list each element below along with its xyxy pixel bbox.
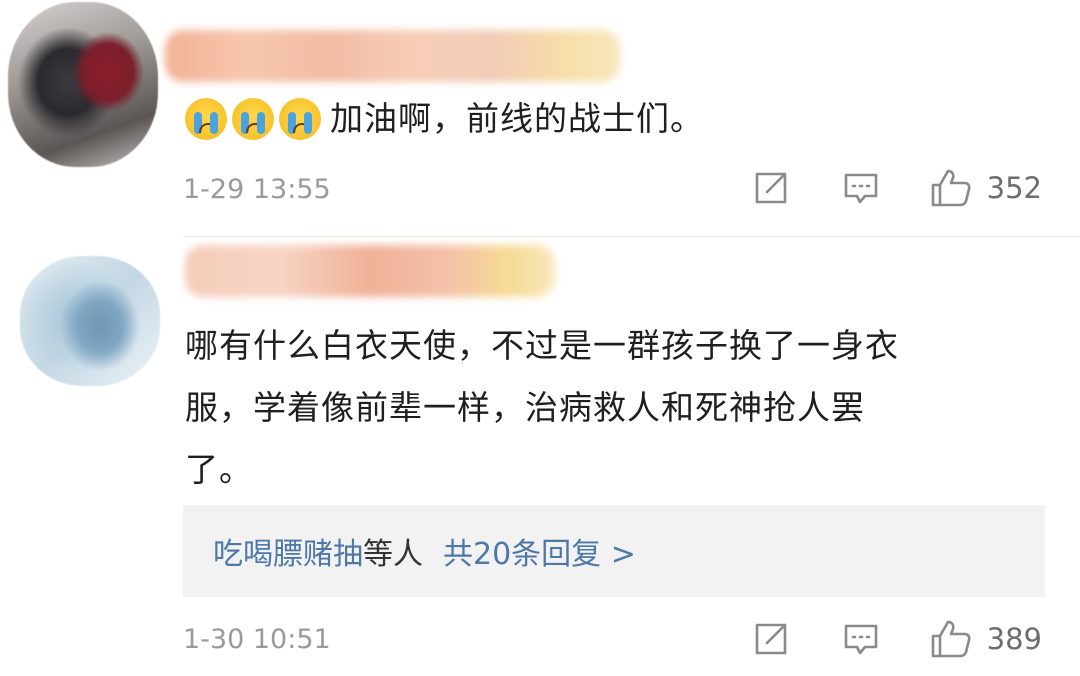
comment-timestamp: 1-29 13:55: [183, 174, 331, 205]
comment-text-body: 加油啊，前线的战士们。: [330, 99, 704, 138]
reply-button[interactable]: [841, 168, 881, 208]
like-count: 352: [986, 171, 1042, 205]
comment-text-line: 了。: [185, 450, 253, 489]
like-count: 389: [986, 622, 1042, 656]
share-button[interactable]: [751, 619, 791, 659]
view-replies-link[interactable]: 共20条回复 >: [443, 529, 636, 573]
crying-face-icon: [279, 98, 321, 140]
thumbs-up-icon: [931, 169, 971, 207]
username-blurred[interactable]: [185, 245, 555, 297]
comment-actions: 389: [751, 617, 1042, 661]
comment-icon: [844, 624, 877, 655]
thumbs-up-icon: [931, 620, 971, 658]
crying-face-icon: [185, 98, 227, 140]
comment-text-line: 服，学着像前辈一样，治病救人和死神抢人罢: [185, 388, 865, 427]
username-blurred[interactable]: [165, 30, 620, 82]
reply-button[interactable]: [841, 619, 881, 659]
share-icon: [755, 623, 786, 655]
comment-text-line: 哪有什么白衣天使，不过是一群孩子换了一身衣: [185, 326, 899, 365]
comment-actions: 352: [751, 166, 1042, 210]
crying-face-icon: [232, 98, 274, 140]
share-icon: [755, 172, 786, 204]
share-button[interactable]: [751, 168, 791, 208]
reply-user-names[interactable]: 吃喝膘赌抽: [213, 529, 363, 573]
avatar[interactable]: [20, 256, 160, 386]
divider: [183, 236, 1080, 237]
like-button[interactable]: 389: [929, 617, 1042, 661]
comment-timestamp: 1-30 10:51: [183, 624, 331, 655]
like-button[interactable]: 352: [929, 166, 1042, 210]
comment-text: 加油啊，前线的战士们。: [185, 88, 704, 150]
replies-preview[interactable]: 吃喝膘赌抽 等人 共20条回复 >: [183, 505, 1045, 597]
reply-etc-label: 等人: [363, 537, 423, 572]
avatar[interactable]: [8, 2, 158, 167]
comment-text: 哪有什么白衣天使，不过是一群孩子换了一身衣 服，学着像前辈一样，治病救人和死神抢…: [185, 315, 1045, 501]
comment-icon: [844, 173, 877, 204]
